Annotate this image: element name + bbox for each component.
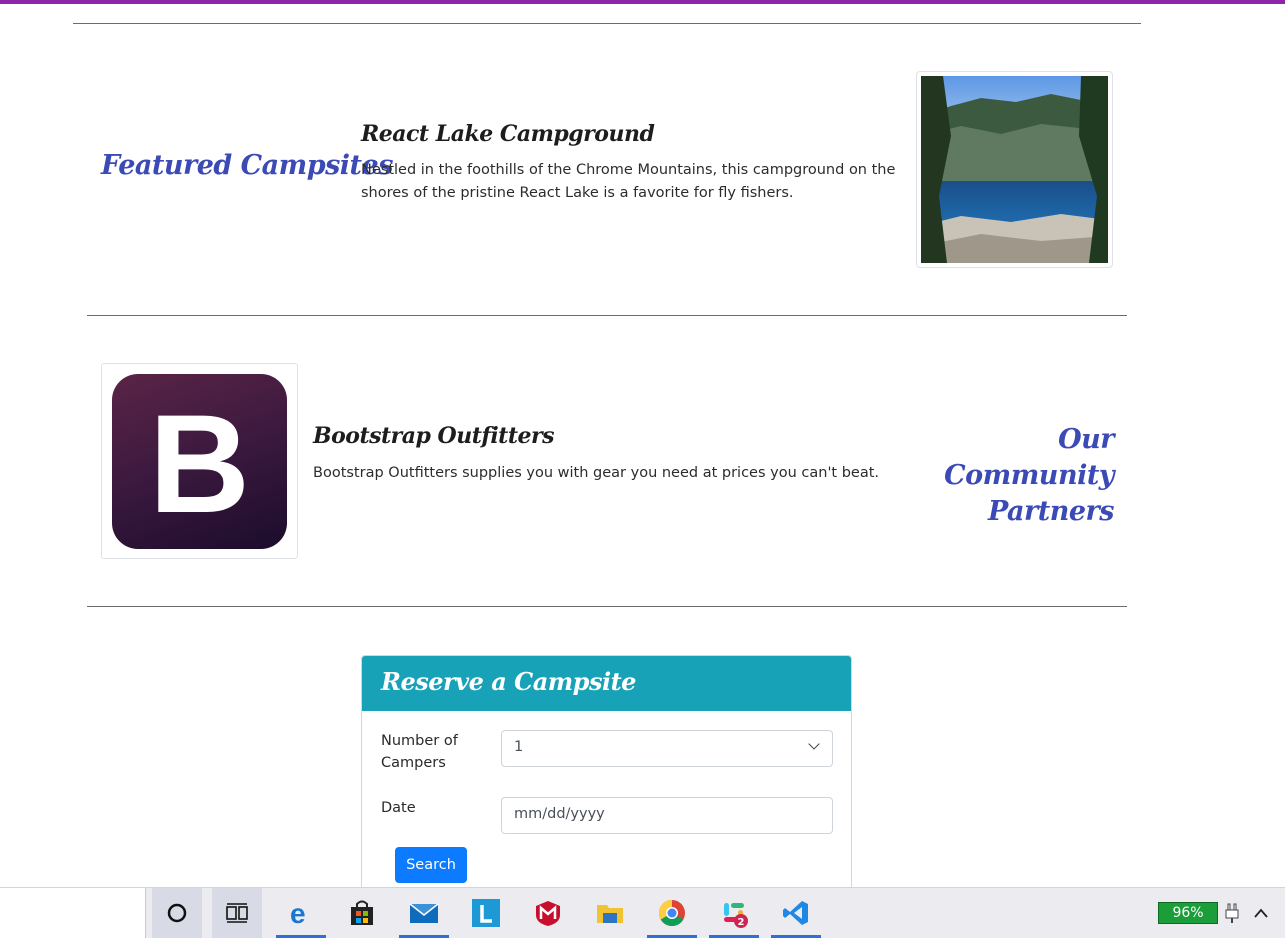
reserve-card-header: Reserve a Campsite [362, 656, 851, 711]
partner-title: Bootstrap Outfitters [313, 423, 554, 449]
date-input-placeholder: mm/dd/yyyy [514, 806, 605, 822]
search-button[interactable]: Search [395, 847, 467, 883]
svg-text:e: e [290, 899, 306, 927]
campers-select[interactable]: 1 [501, 730, 833, 767]
plug-icon [1220, 888, 1244, 938]
chevron-down-icon [808, 738, 820, 750]
mcafee-icon[interactable] [523, 888, 573, 938]
taskbar-search-box[interactable] [0, 888, 146, 938]
date-label: Date [381, 800, 416, 816]
partner-text: Bootstrap Outfitters supplies you with g… [313, 465, 880, 481]
divider [87, 606, 1127, 607]
campsite-thumbnail [916, 71, 1113, 268]
date-input[interactable]: mm/dd/yyyy [501, 797, 833, 834]
chrome-icon[interactable] [647, 888, 697, 938]
partner-thumbnail: B [101, 363, 298, 559]
edge-icon[interactable]: e [276, 888, 326, 938]
vscode-icon[interactable] [771, 888, 821, 938]
reserve-heading: Reserve a Campsite [381, 667, 636, 696]
featured-text: Nestled in the foothills of the Chrome M… [361, 162, 896, 201]
reserve-card: Reserve a Campsite Number of Campers 1 D… [361, 655, 852, 900]
chevron-up-icon[interactable] [1248, 888, 1274, 938]
taskbar: e 2 96% [0, 887, 1285, 938]
featured-heading: Featured Campsites [101, 150, 393, 181]
campers-label: Number of Campers [381, 733, 458, 771]
partners-heading: Our Community Partners [944, 424, 1114, 527]
divider [87, 315, 1127, 316]
slack-icon[interactable]: 2 [709, 888, 759, 938]
divider [73, 23, 1141, 24]
mail-icon[interactable] [399, 888, 449, 938]
store-icon[interactable] [337, 888, 387, 938]
task-view-icon[interactable] [212, 888, 262, 938]
featured-title: React Lake Campground [361, 121, 655, 147]
campers-select-value: 1 [514, 739, 524, 755]
bootstrap-logo: B [112, 374, 287, 549]
file-explorer-icon[interactable] [585, 888, 635, 938]
battery-indicator[interactable]: 96% [1158, 902, 1218, 924]
top-accent-bar [0, 0, 1285, 4]
slack-badge-count: 2 [738, 917, 745, 928]
react-lake-image [921, 76, 1108, 263]
l-app-icon[interactable] [461, 888, 511, 938]
cortana-icon[interactable] [152, 888, 202, 938]
bootstrap-logo-letter: B [148, 384, 251, 542]
